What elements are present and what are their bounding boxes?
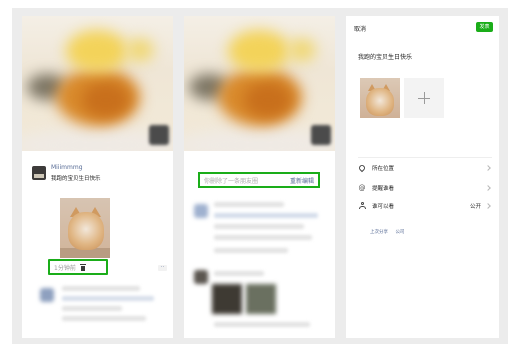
cover-photo[interactable] [22, 16, 173, 151]
at-icon: @ [358, 184, 366, 192]
blurred-content [214, 213, 318, 218]
person-icon [358, 202, 366, 210]
post-time-highlight: 1分钟前 [48, 259, 108, 275]
blurred-content [214, 235, 312, 240]
post-username[interactable]: Miiimmmg [51, 164, 83, 171]
blurred-content [62, 286, 140, 291]
blurred-content [214, 248, 288, 253]
profile-avatar[interactable] [149, 125, 169, 145]
blurred-content [214, 202, 284, 207]
sync-option[interactable]: 公司 [395, 230, 404, 235]
blurred-content [214, 322, 310, 327]
blurred-content [62, 316, 146, 321]
compose-text-input[interactable]: 我跑的宝贝生日快乐 [358, 52, 412, 61]
location-row[interactable]: 所在位置 [357, 162, 491, 174]
visibility-label: 谁可以看 [372, 204, 395, 210]
visibility-row[interactable]: 谁可以看 公开 [358, 200, 491, 212]
post-photo[interactable] [60, 198, 110, 258]
canvas: Miiimmmg 我跑的宝贝生日快乐 1分钟前 ·· 你删除了一条朋友圈 重新编… [12, 8, 508, 344]
visibility-value: 公开 [469, 204, 481, 210]
blurred-photo [212, 284, 242, 314]
blurred-avatar [194, 204, 208, 218]
blurred-photo [246, 284, 276, 314]
add-photo-button[interactable] [404, 78, 444, 118]
cover-photo[interactable] [184, 16, 335, 151]
mention-label: 提醒谁看 [372, 186, 395, 192]
selected-photo-thumbnail[interactable] [360, 78, 400, 118]
avatar[interactable] [32, 166, 46, 180]
more-options-button[interactable]: ·· [158, 265, 167, 271]
blurred-content [62, 296, 154, 301]
blurred-avatar [40, 288, 54, 302]
plus-icon [418, 92, 430, 104]
blurred-content [214, 271, 264, 276]
divider [358, 157, 492, 158]
moments-feed-panel: Miiimmmg 我跑的宝贝生日快乐 1分钟前 ·· [22, 16, 173, 338]
cancel-button[interactable]: 取消 [354, 24, 366, 33]
mention-row[interactable]: @ 提醒谁看 [358, 182, 491, 194]
compose-panel: 取消 发表 我跑的宝贝生日快乐 所在位置 @ 提醒谁看 谁可以看 公开 上次分享… [346, 16, 499, 338]
blurred-avatar [194, 270, 208, 284]
toast-message: 你删除了一条朋友圈 [204, 177, 259, 185]
blurred-content [214, 224, 304, 229]
re-edit-link[interactable]: 重新编辑 [290, 176, 314, 185]
chevron-right-icon [485, 185, 491, 191]
post-time: 1分钟前 [54, 264, 76, 272]
chevron-right-icon [485, 165, 491, 171]
location-label: 所在位置 [372, 166, 395, 172]
chevron-right-icon [485, 203, 491, 209]
trash-icon[interactable] [79, 263, 86, 271]
post-text: 我跑的宝贝生日快乐 [51, 176, 101, 182]
compose-nav: 取消 发表 [346, 16, 499, 38]
deleted-toast: 你删除了一条朋友圈 重新编辑 [198, 172, 320, 188]
deleted-post-panel: 你删除了一条朋友圈 重新编辑 [184, 16, 335, 338]
location-icon [357, 163, 367, 173]
blurred-content [62, 306, 122, 311]
sync-option[interactable]: 上次分享 [370, 230, 388, 235]
profile-avatar[interactable] [311, 125, 331, 145]
publish-button[interactable]: 发表 [476, 22, 493, 32]
sync-options: 上次分享 公司 [370, 229, 410, 235]
